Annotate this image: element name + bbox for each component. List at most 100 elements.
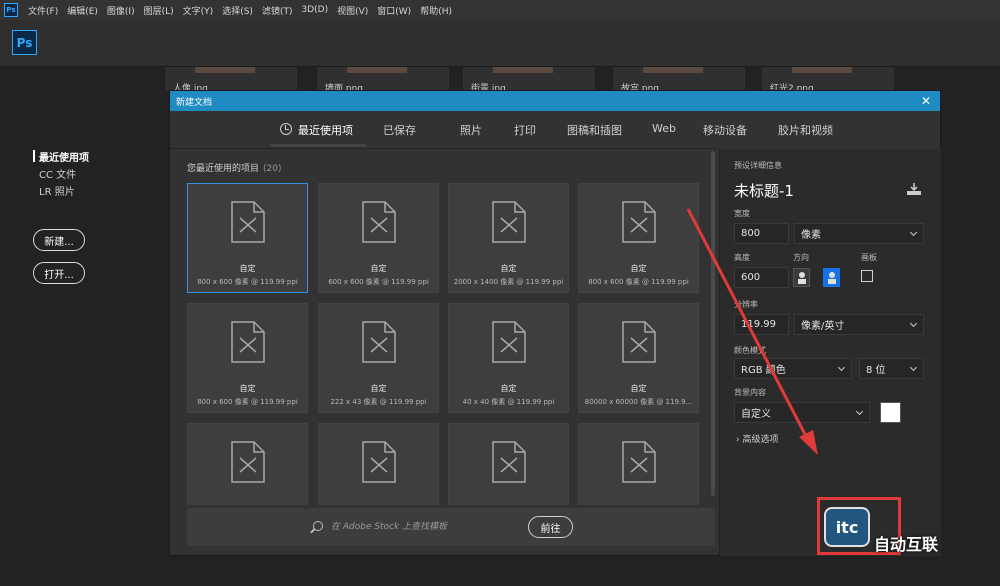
tab-mobile[interactable]: 移动设备 <box>703 122 747 138</box>
portrait-orientation-button[interactable] <box>793 268 810 287</box>
color-mode-value: RGB 颜色 <box>741 365 786 376</box>
preset-card[interactable] <box>187 423 308 505</box>
menu-edit[interactable]: 编辑(E) <box>67 4 98 17</box>
color-mode-select[interactable]: RGB 颜色 <box>734 358 852 379</box>
tab-saved[interactable]: 已保存 <box>383 122 416 138</box>
preset-size: 800 x 600 像素 @ 119.99 ppi <box>197 398 298 406</box>
thumbnail[interactable]: 红光2.png <box>762 67 894 94</box>
home-sidebar: 最近使用项 CC 文件 LR 照片 新建... 打开... <box>0 67 165 586</box>
preset-size: 222 x 43 像素 @ 119.99 ppi <box>330 398 427 406</box>
preset-card[interactable]: 自定 800 x 600 像素 @ 119.99 ppi <box>187 183 308 293</box>
advanced-options-toggle[interactable]: › 高级选项 <box>736 432 779 445</box>
preset-details-heading: 预设详细信息 <box>734 161 782 170</box>
nav-cc-files[interactable]: CC 文件 <box>39 166 76 181</box>
preset-card[interactable]: 自定 40 x 40 像素 @ 119.99 ppi <box>448 303 569 413</box>
menu-type[interactable]: 文字(Y) <box>183 4 214 17</box>
preset-card[interactable]: 自定 222 x 43 像素 @ 119.99 ppi <box>318 303 439 413</box>
resolution-unit-select[interactable]: 像素/英寸 <box>794 314 924 335</box>
active-nav-indicator <box>33 150 35 162</box>
stock-search-input[interactable] <box>331 520 521 534</box>
resolution-input[interactable]: 119.99 <box>734 314 789 335</box>
close-icon[interactable]: ✕ <box>918 93 934 109</box>
document-icon <box>231 321 265 363</box>
photoshop-logo[interactable]: Ps <box>12 30 37 55</box>
menu-3d[interactable]: 3D(D) <box>301 5 328 15</box>
photoshop-app-icon[interactable]: Ps <box>4 3 18 17</box>
menu-window[interactable]: 窗口(W) <box>377 4 411 17</box>
grid-scrollbar[interactable] <box>711 151 715 496</box>
preset-grid: 自定 800 x 600 像素 @ 119.99 ppi 自定 600 x 60… <box>187 183 703 505</box>
thumbnail[interactable]: 墙面.png <box>317 67 449 94</box>
bit-depth-select[interactable]: 8 位 <box>859 358 924 379</box>
document-icon <box>492 321 526 363</box>
chevron-right-icon: › <box>736 435 740 445</box>
menu-view[interactable]: 视图(V) <box>337 4 368 17</box>
preset-card[interactable]: 自定 800 x 600 像素 @ 119.99 ppi <box>578 183 699 293</box>
tab-art-illustration[interactable]: 图稿和插图 <box>567 122 622 138</box>
preset-card[interactable]: 自定 80000 x 60000 像素 @ 119.9... <box>578 303 699 413</box>
background-select[interactable]: 自定义 <box>734 402 870 423</box>
document-icon <box>231 441 265 483</box>
document-icon <box>492 441 526 483</box>
save-preset-icon[interactable] <box>907 183 921 195</box>
height-label: 高度 <box>734 253 750 262</box>
app-bar: Ps <box>0 20 1000 67</box>
preset-size: 2000 x 1400 像素 @ 119.99 ppi <box>453 278 564 286</box>
menu-filter[interactable]: 滤镜(T) <box>262 4 293 17</box>
document-icon <box>231 201 265 243</box>
document-icon <box>622 441 656 483</box>
landscape-orientation-button[interactable] <box>823 268 840 287</box>
preset-card[interactable] <box>318 423 439 505</box>
tab-web[interactable]: Web <box>652 122 676 135</box>
new-button[interactable]: 新建... <box>33 229 85 251</box>
nav-recent[interactable]: 最近使用项 <box>39 149 89 164</box>
preset-name: 自定 <box>239 264 256 273</box>
preset-card[interactable] <box>448 423 569 505</box>
color-mode-label: 颜色模式 <box>734 346 766 355</box>
menu-help[interactable]: 帮助(H) <box>420 4 452 17</box>
preset-size: 600 x 600 像素 @ 119.99 ppi <box>328 278 429 286</box>
tab-recent[interactable]: 最近使用项 <box>298 122 353 138</box>
tab-print[interactable]: 打印 <box>514 122 536 138</box>
chevron-down-icon <box>909 363 918 372</box>
background-color-swatch[interactable] <box>880 402 901 423</box>
go-button[interactable]: 前往 <box>528 516 573 538</box>
thumbnail[interactable]: 街景.jpg <box>463 67 595 94</box>
nav-lr-photos[interactable]: LR 照片 <box>39 183 75 198</box>
preset-size: 800 x 600 像素 @ 119.99 ppi <box>588 278 689 286</box>
preset-name: 自定 <box>500 264 517 273</box>
preset-card[interactable]: 自定 2000 x 1400 像素 @ 119.99 ppi <box>448 183 569 293</box>
tab-film-video[interactable]: 胶片和视频 <box>778 122 833 138</box>
menu-file[interactable]: 文件(F) <box>28 4 58 17</box>
width-unit-select[interactable]: 像素 <box>794 223 924 244</box>
advanced-options-label: 高级选项 <box>742 435 779 445</box>
thumbnail[interactable]: 故宫.png <box>613 67 745 94</box>
active-tab-indicator <box>270 144 366 147</box>
resolution-label: 分辨率 <box>734 300 758 309</box>
thumbnail-image <box>643 67 703 73</box>
preset-card[interactable]: 自定 800 x 600 像素 @ 119.99 ppi <box>187 303 308 413</box>
preset-card[interactable] <box>578 423 699 505</box>
menu-image[interactable]: 图像(I) <box>107 4 135 17</box>
document-name[interactable]: 未标题-1 <box>734 180 794 201</box>
width-unit-value: 像素 <box>801 230 821 241</box>
chevron-down-icon <box>909 228 918 237</box>
menu-layer[interactable]: 图层(L) <box>144 4 174 17</box>
preset-size: 40 x 40 像素 @ 119.99 ppi <box>462 398 555 406</box>
preset-card[interactable]: 自定 600 x 600 像素 @ 119.99 ppi <box>318 183 439 293</box>
thumbnail-image <box>347 67 407 73</box>
new-document-dialog: 新建文档 ✕ 最近使用项 已保存 照片 打印 图稿和插图 Web 移动设备 胶片… <box>169 90 941 556</box>
preset-size: 80000 x 60000 像素 @ 119.9... <box>584 398 693 406</box>
width-input[interactable]: 800 <box>734 223 789 244</box>
stock-search-bar: 前往 <box>187 508 715 546</box>
preset-name: 自定 <box>370 264 387 273</box>
document-icon <box>492 201 526 243</box>
thumbnail[interactable]: 人像.jpg <box>165 67 297 94</box>
open-button[interactable]: 打开... <box>33 262 85 284</box>
scrollbar-thumb[interactable] <box>711 151 715 496</box>
document-icon <box>622 321 656 363</box>
menu-select[interactable]: 选择(S) <box>222 4 253 17</box>
height-input[interactable]: 600 <box>734 267 789 288</box>
artboard-checkbox[interactable] <box>861 270 873 282</box>
tab-photo[interactable]: 照片 <box>460 122 482 138</box>
